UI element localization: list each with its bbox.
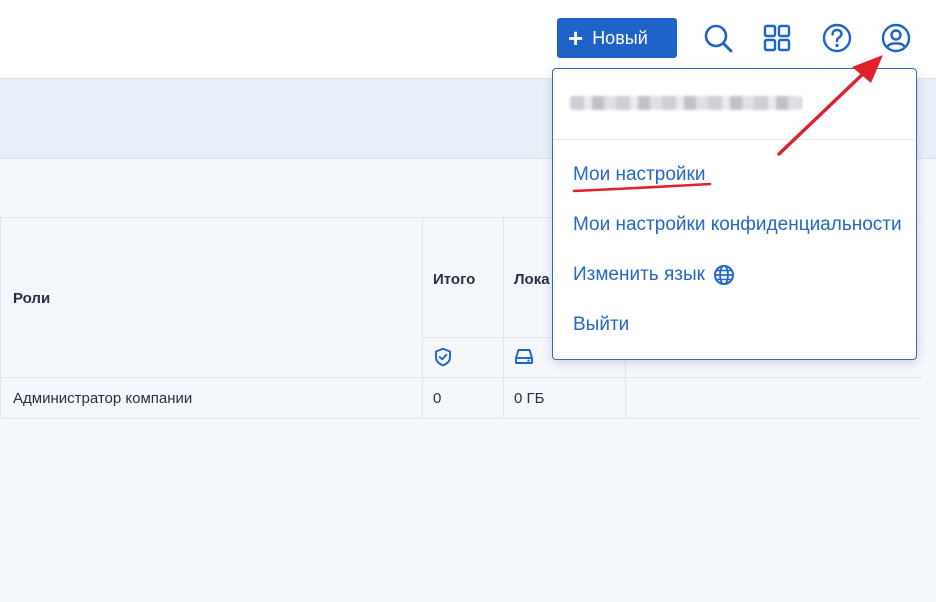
column-header-roles[interactable]: Роли	[13, 290, 50, 307]
column-header-total[interactable]: Итого	[433, 271, 475, 288]
plus-icon: +	[568, 23, 584, 53]
col-border-local	[503, 217, 504, 419]
user-menu: Мои настройки Мои настройки конфиденциал…	[552, 68, 917, 360]
apps-button[interactable]	[761, 22, 793, 54]
search-icon	[704, 24, 733, 53]
menu-item-logout[interactable]: Выйти	[573, 314, 629, 336]
row-bottom-border	[0, 418, 922, 419]
menu-item-change-language-label: Изменить язык	[573, 264, 705, 285]
col-border-total	[422, 217, 423, 419]
hard-drive-icon	[514, 347, 534, 367]
col-border-left	[0, 217, 1, 419]
user-account-icon	[881, 23, 911, 53]
row-total: 0	[433, 390, 442, 407]
user-menu-divider	[553, 139, 916, 140]
apps-grid-icon	[763, 24, 791, 52]
help-icon	[822, 23, 852, 53]
row-local: 0 ГБ	[514, 390, 545, 407]
new-button-label: Новый	[592, 27, 648, 48]
user-account-button[interactable]	[880, 22, 912, 54]
user-email-redacted	[570, 96, 802, 110]
menu-item-privacy-settings-label: Мои настройки конфиденциальности	[573, 214, 902, 235]
menu-item-change-language[interactable]: Изменить язык	[573, 264, 735, 286]
shield-check-icon	[433, 347, 453, 367]
help-button[interactable]	[821, 22, 853, 54]
menu-item-privacy-settings[interactable]: Мои настройки конфиденциальности	[573, 214, 902, 236]
menu-item-logout-label: Выйти	[573, 314, 630, 335]
new-button[interactable]: + Новый	[557, 18, 677, 58]
menu-item-my-settings[interactable]: Мои настройки	[573, 164, 705, 186]
row-role: Администратор компании	[13, 390, 193, 407]
menu-item-my-settings-label: Мои настройки	[573, 164, 706, 185]
header-bottom-border	[0, 377, 922, 378]
globe-icon	[713, 264, 735, 286]
search-button[interactable]	[702, 22, 734, 54]
column-header-local[interactable]: Лока	[514, 271, 550, 288]
